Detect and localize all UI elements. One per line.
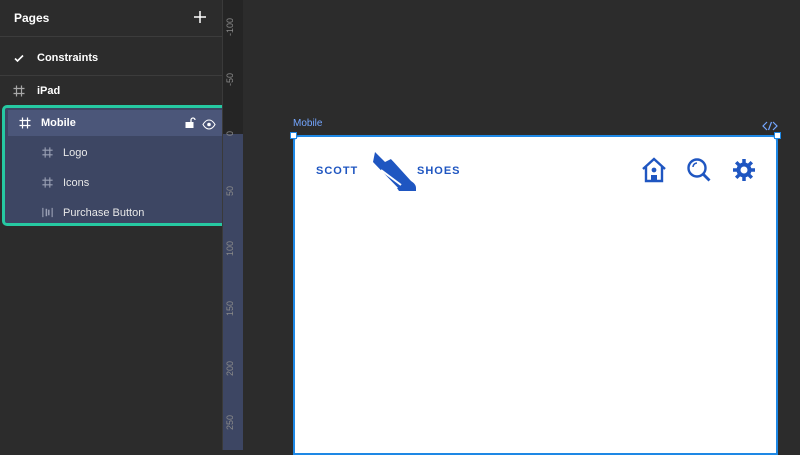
page-item-ipad[interactable]: iPad (0, 77, 222, 105)
page-item-label: Mobile (41, 117, 76, 129)
page-item-label: iPad (37, 85, 61, 97)
page-item-constraints[interactable]: Constraints (0, 44, 222, 72)
page-item-label: Constraints (37, 52, 99, 64)
mobile-frame[interactable]: SCOTT SHOES (293, 135, 778, 455)
vertical-ruler: -100 -50 0 50 100 150 200 250 (222, 0, 243, 450)
ruler-selection-highlight (223, 134, 243, 450)
pages-title: Pages (14, 11, 50, 25)
home-icon[interactable] (640, 156, 668, 184)
layer-item-logo[interactable]: Logo (8, 140, 224, 166)
logo-text-right: SHOES (417, 165, 461, 177)
logo-text-left: SCOTT (316, 165, 359, 177)
layer-item-purchase-button[interactable]: Purchase Button (8, 200, 224, 226)
resize-handle-top-left[interactable] (290, 132, 297, 139)
checkmark-icon (12, 51, 26, 65)
frame-label[interactable]: Mobile (293, 118, 322, 129)
frame-hash-icon (18, 116, 32, 130)
selected-page-group: Mobile Logo Icons Purchase Button (2, 105, 227, 226)
shoe-logo-icon (367, 148, 421, 196)
gear-icon[interactable] (730, 156, 758, 184)
layer-item-label: Icons (63, 177, 90, 189)
eye-icon[interactable] (202, 117, 216, 130)
layer-item-label: Purchase Button (63, 207, 145, 219)
code-icon[interactable] (762, 118, 778, 131)
page-item-mobile[interactable]: Mobile (8, 110, 224, 136)
divider (0, 75, 222, 76)
layer-item-icons[interactable]: Icons (8, 170, 224, 196)
pages-header: Pages (0, 0, 222, 37)
unlock-icon[interactable] (184, 116, 196, 129)
layer-item-label: Logo (63, 147, 88, 159)
frame-hash-icon (41, 176, 54, 189)
pages-panel: Pages Constraints iPad Mobile Logo Icons… (0, 0, 227, 450)
frame-hash-icon (12, 84, 26, 98)
search-icon[interactable] (685, 156, 713, 184)
frame-hash-icon (41, 146, 54, 159)
add-page-icon[interactable] (190, 7, 210, 27)
resize-handle-top-right[interactable] (774, 132, 781, 139)
vertical-layout-icon (41, 206, 54, 219)
